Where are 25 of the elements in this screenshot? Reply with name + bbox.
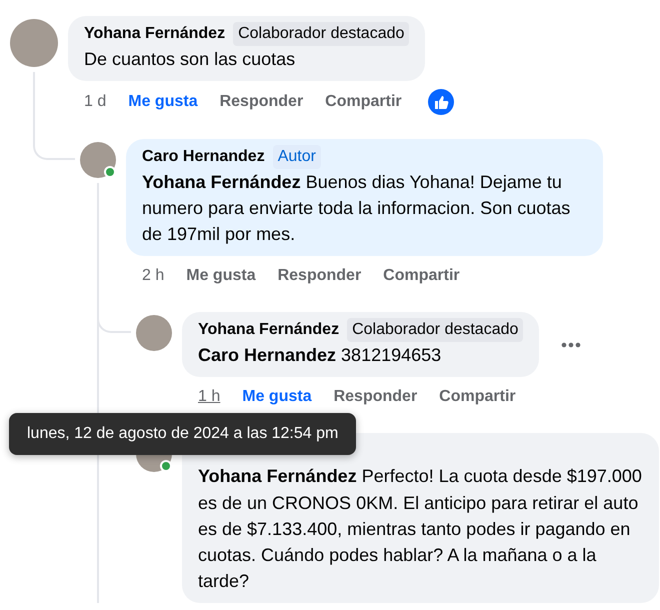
- comment-text: Yohana Fernández Buenos dias Yohana! Dejame tu numero para enviarte toda la informacion. Son cuotas de 197mil por mes.: [142, 171, 572, 246]
- like-link[interactable]: Me gusta: [242, 385, 312, 410]
- role-badge: Colaborador destacado: [233, 22, 410, 46]
- comment-text: Caro Hernandez 3812194653: [198, 344, 442, 368]
- author-name[interactable]: Yohana Fernández: [84, 22, 226, 46]
- reply-link[interactable]: Responder: [278, 264, 362, 288]
- author-name[interactable]: Yohana Fernández: [198, 318, 340, 342]
- comment-text: De cuantos son las cuotas: [84, 48, 296, 71]
- avatar[interactable]: [10, 19, 58, 67]
- role-badge: Colaborador destacado: [347, 318, 524, 342]
- date-tooltip: lunes, 12 de agosto de 2024 a las 12:54 pm: [9, 413, 356, 456]
- timestamp-link[interactable]: 2 h: [142, 264, 164, 288]
- share-link[interactable]: Compartir: [439, 385, 516, 410]
- avatar[interactable]: [80, 142, 116, 178]
- share-link[interactable]: Compartir: [383, 264, 460, 288]
- like-link[interactable]: Me gusta: [186, 264, 256, 288]
- reply-link[interactable]: Responder: [220, 90, 304, 114]
- role-badge: Autor: [272, 145, 321, 170]
- like-link[interactable]: Me gusta: [128, 90, 198, 114]
- reply-link[interactable]: Responder: [334, 385, 418, 410]
- avatar[interactable]: [136, 315, 172, 352]
- timestamp-link[interactable]: 1 d: [84, 90, 106, 114]
- comment-text: Yohana Fernández Perfecto! La cuota desde $197.000 es de un CRONOS 0KM. El anticipo para retirar el auto es de $7.133.400, mientras tanto podes ir pagando en cuotas. Cuándo podes hablar? A la mañana o a la tarde?: [198, 465, 643, 593]
- author-name[interactable]: Caro Hernandez: [142, 145, 265, 170]
- share-link[interactable]: Compartir: [325, 90, 402, 114]
